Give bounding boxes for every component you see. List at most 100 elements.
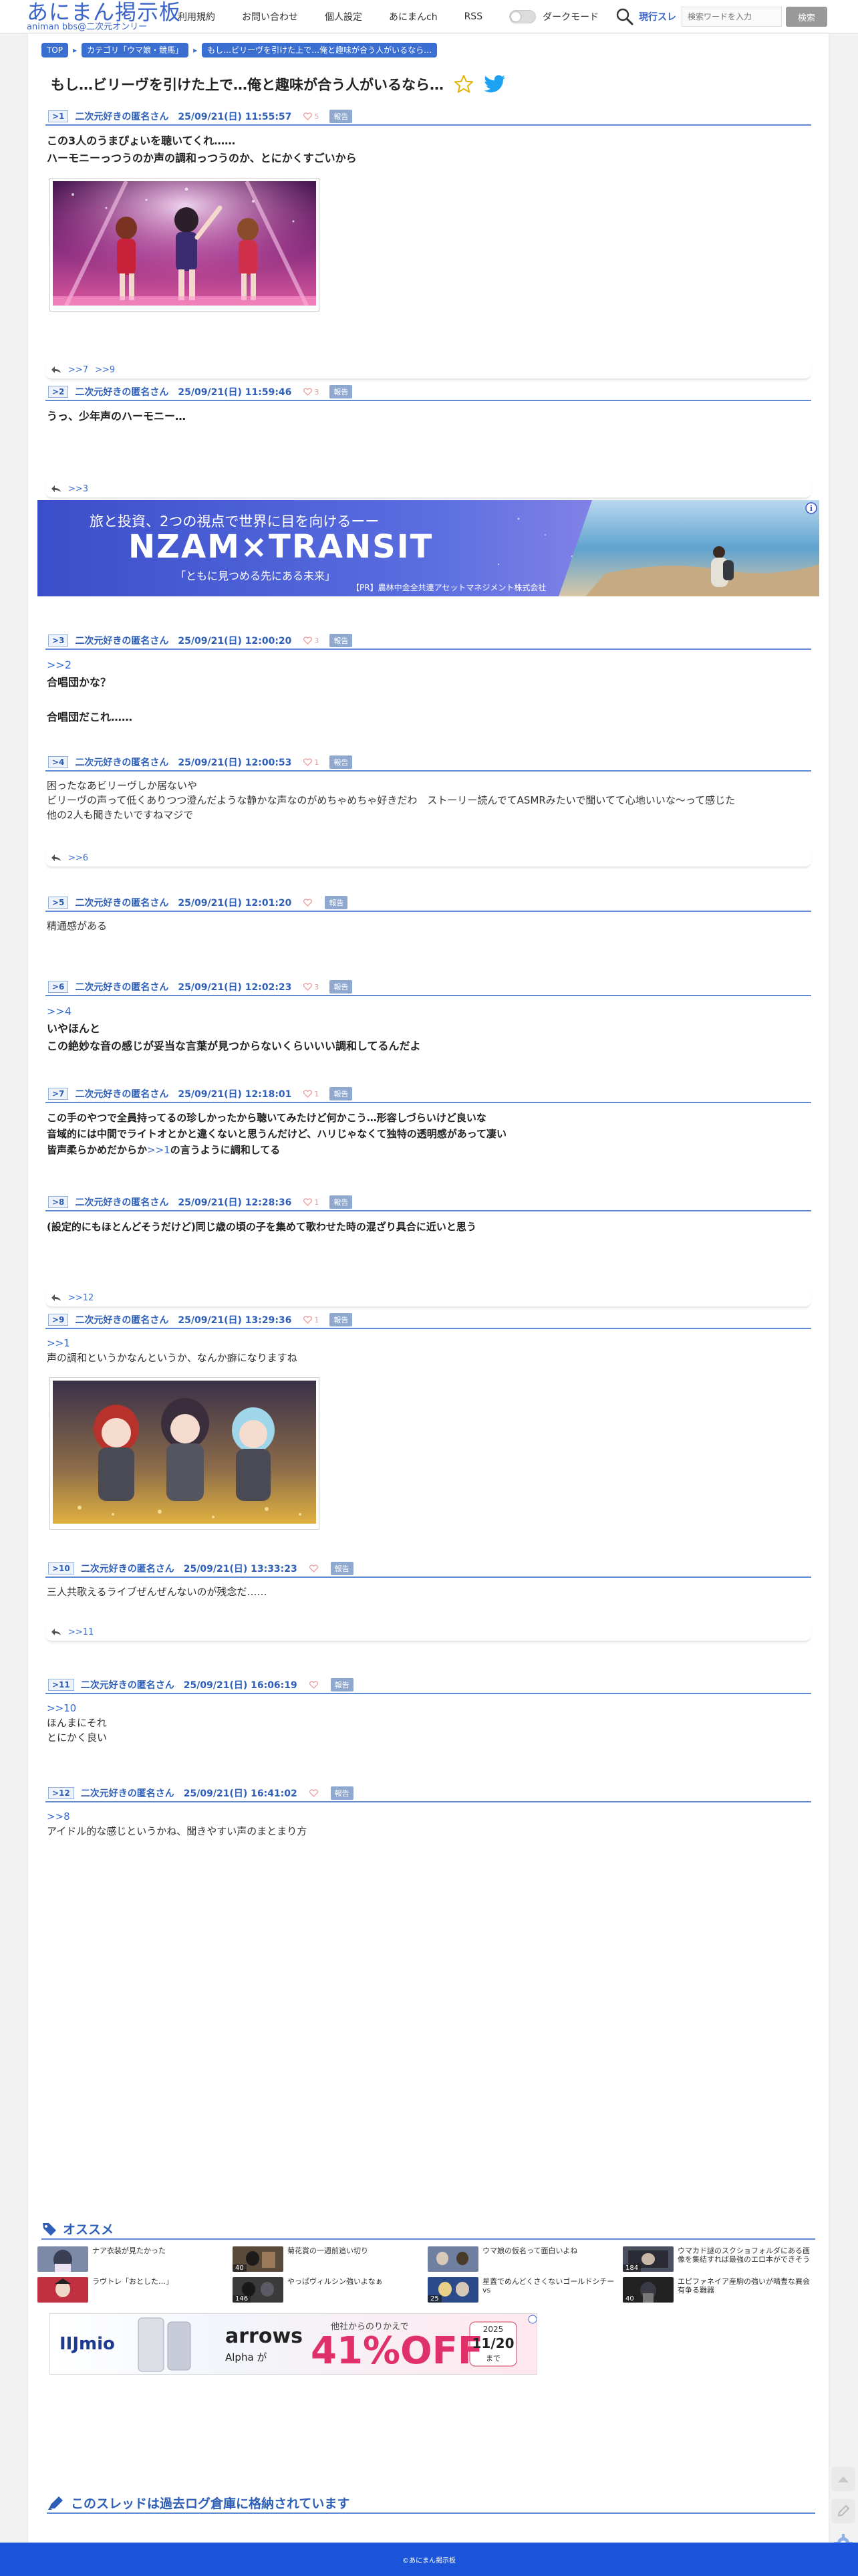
recommend-title-text[interactable]: ラヴトレ「おとした…」 [92,2277,230,2304]
ad-bottom-banner[interactable]: IIJmio arrows Alpha が 他社からのりかえで 41%OFF 2… [49,2313,537,2375]
recommend-title-text[interactable]: 菊花賞の一週前追い切り [287,2246,425,2273]
post-number[interactable]: >9 [48,1314,69,1326]
report-button[interactable]: 報告 [330,1562,353,1575]
post-number[interactable]: >3 [48,634,69,647]
like-button[interactable]: 1 [303,1090,319,1098]
anchor-link[interactable]: >>4 [47,1003,810,1020]
anchor-link[interactable]: >>2 [47,657,810,674]
breadcrumb-thread[interactable]: もし…ビリーヴを引けた上で…俺と趣味が合う人がいるなら… [202,43,438,57]
dark-mode-switch[interactable] [509,10,537,23]
recommend-title-text[interactable]: ウマ娘の仮名って面白いよね [482,2246,620,2273]
report-button[interactable]: 報告 [329,1195,353,1209]
report-button[interactable]: 報告 [329,110,353,123]
post-number[interactable]: >2 [48,386,69,398]
like-button[interactable]: 3 [303,636,319,645]
like-button[interactable]: 5 [303,112,319,121]
recommend-title-text[interactable]: やっぱヴィルシン強いよなぁ [287,2277,425,2304]
post-number[interactable]: >7 [48,1088,69,1100]
favorite-star-icon[interactable] [453,74,474,95]
thumbnail-image[interactable] [37,2246,88,2272]
report-button[interactable]: 報告 [330,1678,353,1691]
like-button[interactable]: 1 [303,758,319,767]
post-9-image[interactable] [49,1377,319,1530]
like-button[interactable]: 1 [303,1198,319,1207]
recommend-thumbnail[interactable] [37,2246,88,2272]
reply-link[interactable]: >>11 [68,1627,94,1637]
ad-bottom-product-sub[interactable]: Alpha が [225,2350,267,2364]
like-button[interactable]: 3 [303,983,319,991]
breadcrumb-top[interactable]: TOP [41,43,69,57]
post-image-live-stage[interactable] [53,180,316,307]
recommend-item[interactable]: 40 菊花賞の一週前追い切り [233,2246,426,2274]
recommend-title-text[interactable]: 星蓋でめんどくさくないゴールドシチーvs [482,2277,620,2304]
recommend-item[interactable]: ウマ娘の仮名って面白いよね [428,2246,621,2274]
like-button[interactable] [309,1564,320,1572]
post-number[interactable]: >5 [48,897,69,909]
reply-link[interactable]: >>3 [68,484,88,494]
recommend-thumbnail[interactable]: 184 [623,2246,674,2272]
nav-animanch[interactable]: あにまんch [389,10,438,23]
recommend-thumbnail[interactable]: 40 [233,2246,283,2272]
anchor-link[interactable]: >>8 [47,1809,810,1824]
anchor-link[interactable]: >>10 [47,1701,810,1716]
post-number[interactable]: >1 [48,110,69,122]
search-input[interactable] [682,7,782,27]
reply-link[interactable]: >>9 [95,365,115,375]
ad-sponsor[interactable]: 【PR】農林中金全共連アセットマネジメント株式会社 [351,582,546,593]
twitter-share-icon[interactable] [484,74,507,94]
report-button[interactable]: 報告 [329,634,353,647]
like-button[interactable]: 1 [303,1316,319,1324]
ad-bottom-discount[interactable]: 41%OFF [311,2331,483,2371]
recommend-thumbnail[interactable]: 25 [428,2277,478,2303]
search-scope[interactable]: 現行スレ [639,10,676,23]
post-number[interactable]: >4 [48,756,69,768]
anchor-link[interactable]: >>1 [147,1144,170,1156]
ad-tagline[interactable]: 「ともに見つめる先にある未来」 [175,567,335,583]
thumbnail-image[interactable] [428,2246,478,2272]
nav-settings[interactable]: 個人設定 [325,10,362,23]
logo-sub[interactable]: animan bbs@二次元オンリー [27,23,167,32]
report-button[interactable]: 報告 [325,896,348,909]
recommend-item[interactable]: 25 星蓋でめんどくさくないゴールドシチーvs [428,2277,621,2305]
recommend-item[interactable]: 146 やっぱヴィルシン強いよなぁ [233,2277,426,2305]
reply-link[interactable]: >>7 [68,365,88,375]
recommend-item[interactable]: ナア衣装が見たかった [37,2246,231,2274]
report-button[interactable]: 報告 [330,1786,353,1800]
ad-bottom-brand[interactable]: IIJmio [59,2334,115,2354]
report-button[interactable]: 報告 [329,385,353,398]
like-button[interactable] [309,1681,320,1689]
recommend-title-text[interactable]: ウマカド謎のスクショフォルダにある画像を集結すれば最強のエロ本ができそう [678,2246,815,2273]
nav-rss[interactable]: RSS [464,11,483,22]
like-button[interactable] [309,1789,320,1797]
write-post-button[interactable] [831,2499,855,2523]
nav-contact[interactable]: お問い合わせ [242,10,298,23]
ad-bottom-product[interactable]: arrows [225,2326,303,2347]
nav-terms[interactable]: 利用規約 [178,10,215,23]
site-logo[interactable]: あにまん掲示板 animan bbs@二次元オンリー [27,1,180,32]
report-button[interactable]: 報告 [329,1087,353,1100]
ad-bottom-year[interactable]: 2025 [470,2325,517,2334]
ad-bottom-until[interactable]: まで [470,2353,517,2363]
post-number[interactable]: >6 [48,981,69,993]
logo-main[interactable]: あにまん掲示板 [27,1,180,23]
search-icon[interactable] [615,7,635,27]
like-button[interactable]: 3 [303,388,319,396]
report-button[interactable]: 報告 [329,755,353,769]
recommend-item[interactable]: 40 エピファネイア産駒の強いが晴豊な異会有争る難器 [623,2277,817,2305]
ad-brand[interactable]: NZAM×TRANSIT [128,530,433,564]
thumbnail-image[interactable] [37,2277,88,2303]
ad-bottom-date[interactable]: 11/20 [470,2335,517,2351]
recommend-item[interactable]: 184 ウマカド謎のスクショフォルダにある画像を集結すれば最強のエロ本ができそう [623,2246,817,2274]
post-1-image[interactable] [49,178,319,312]
recommend-thumbnail[interactable]: 40 [623,2277,674,2303]
post-number[interactable]: >12 [48,1787,74,1799]
search-button[interactable]: 検索 [786,7,827,27]
recommend-title-text[interactable]: ナア衣装が見たかった [92,2246,230,2273]
reply-link[interactable]: >>12 [68,1293,94,1303]
like-button[interactable] [303,899,314,907]
recommend-title-text[interactable]: エピファネイア産駒の強いが晴豊な異会有争る難器 [678,2277,815,2304]
post-image-live-trio[interactable] [53,1381,316,1524]
post-number[interactable]: >10 [48,1562,74,1574]
anchor-link[interactable]: >>1 [47,1336,810,1351]
post-number[interactable]: >11 [48,1679,74,1691]
